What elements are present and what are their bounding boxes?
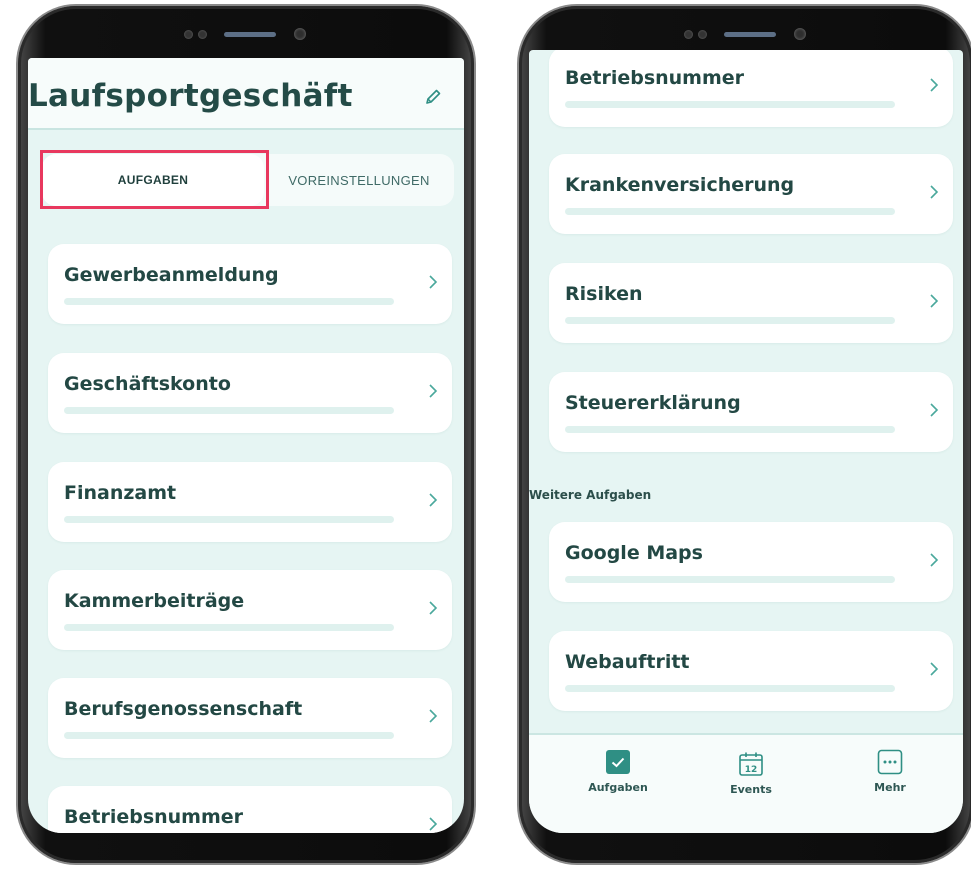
page-title: Laufsportgeschäft [28,78,353,114]
task-label: Steuererklärung [565,392,741,414]
task-progress-bar [565,317,895,324]
calendar-icon: 12 [739,752,763,776]
task-card[interactable]: Google Maps [549,522,953,602]
task-progress-bar [64,624,394,631]
sensor-dot [698,30,707,39]
phone-frame-left: Laufsportgeschäft AUFGABEN VOREINSTELLUN… [18,6,474,863]
nav-item-aufgaben[interactable]: Aufgaben [573,749,663,794]
task-progress-bar [565,426,895,433]
task-label: Risiken [565,283,643,305]
chevron-right-icon [429,275,438,289]
task-label: Berufsgenossenschaft [64,698,303,720]
task-progress-bar [64,732,394,739]
phone-frame-right: Betriebsnummer Krankenversicherung Risik… [519,6,971,863]
speaker-grille [724,32,776,37]
app-header: Laufsportgeschäft [28,58,464,130]
chevron-right-icon [930,78,939,92]
task-progress-bar [565,101,895,108]
task-card[interactable]: Kammerbeiträge [48,570,452,650]
task-card[interactable]: Gewerbeanmeldung [48,244,452,324]
phone-notch [166,26,326,42]
task-label: Krankenversicherung [565,174,795,196]
screen-left: Laufsportgeschäft AUFGABEN VOREINSTELLUN… [28,58,464,833]
task-card[interactable]: Webauftritt [549,631,953,711]
sensor-dot [684,30,693,39]
tab-voreinstellungen[interactable]: VOREINSTELLUNGEN [264,154,454,206]
chevron-right-icon [429,601,438,615]
nav-item-events[interactable]: 12 Events [706,751,796,796]
task-card[interactable]: Finanzamt [48,462,452,542]
task-progress-bar [565,685,895,692]
task-progress-bar [565,208,895,215]
chevron-right-icon [930,662,939,676]
bottom-navigation: Aufgaben 12 Events Mehr [529,733,963,833]
screen-right: Betriebsnummer Krankenversicherung Risik… [529,50,963,833]
task-label: Webauftritt [565,651,690,673]
chevron-right-icon [429,493,438,507]
task-label: Betriebsnummer [565,67,745,89]
task-card[interactable]: Geschäftskonto [48,353,452,433]
task-card[interactable]: Krankenversicherung [549,154,953,234]
task-card[interactable]: Berufsgenossenschaft [48,678,452,758]
section-label-weitere-aufgaben: Weitere Aufgaben [529,488,652,502]
pencil-icon[interactable] [424,88,442,106]
nav-label: Aufgaben [588,781,648,794]
task-label: Finanzamt [64,482,177,504]
chevron-right-icon [429,384,438,398]
chevron-right-icon [930,553,939,567]
chevron-right-icon [930,185,939,199]
task-card[interactable]: Betriebsnummer [549,50,953,127]
task-card[interactable]: Risiken [549,263,953,343]
task-progress-bar [64,516,394,523]
task-label: Betriebsnummer [64,806,244,828]
task-label: Google Maps [565,542,703,564]
task-progress-bar [64,407,394,414]
more-icon [877,749,903,775]
task-progress-bar [64,298,394,305]
task-progress-bar [565,576,895,583]
task-card[interactable]: Betriebsnummer [48,786,452,833]
task-label: Kammerbeiträge [64,590,245,612]
front-camera [294,28,306,40]
checkbox-icon [606,750,630,774]
sensor-dot [184,30,193,39]
nav-item-mehr[interactable]: Mehr [845,749,935,794]
calendar-day: 12 [745,765,758,775]
chevron-right-icon [429,709,438,723]
front-camera [794,28,806,40]
speaker-grille [224,32,276,37]
phone-notch [666,26,826,42]
sensor-dot [198,30,207,39]
task-label: Gewerbeanmeldung [64,264,279,286]
chevron-right-icon [930,403,939,417]
nav-label: Mehr [874,781,906,794]
nav-label: Events [730,783,772,796]
highlight-box [40,150,269,209]
chevron-right-icon [429,817,438,831]
chevron-right-icon [930,294,939,308]
task-label: Geschäftskonto [64,373,231,395]
task-card[interactable]: Steuererklärung [549,372,953,452]
